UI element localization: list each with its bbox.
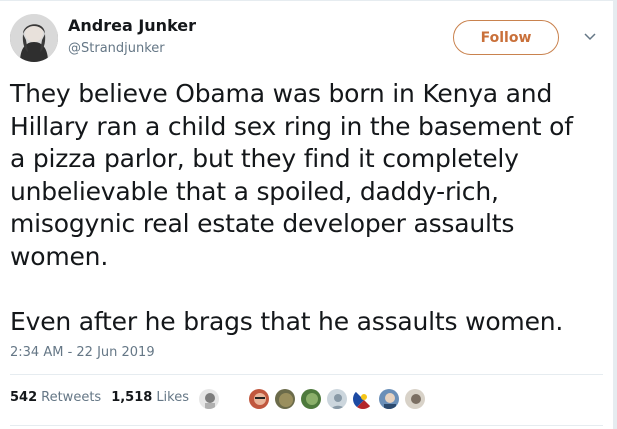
more-options-button[interactable] [581, 28, 599, 46]
author-name[interactable]: Andrea Junker [68, 16, 196, 35]
author-handle[interactable]: @Strandjunker [68, 41, 165, 56]
avatar-photo-icon [199, 389, 219, 409]
top-border [0, 0, 617, 1]
flag-icon [353, 389, 373, 409]
liker-avatar[interactable] [274, 388, 296, 410]
likes-label: Likes [156, 390, 190, 405]
follow-button[interactable]: Follow [453, 20, 559, 55]
avatar-photo-icon [379, 389, 399, 409]
author-avatar[interactable] [10, 14, 58, 62]
scrollbar-track[interactable] [613, 0, 617, 429]
default-avatar-icon [327, 389, 347, 409]
avatar-photo-icon [405, 389, 425, 409]
liker-avatar[interactable] [404, 388, 426, 410]
retweets-count: 542 [10, 390, 38, 405]
liker-avatar[interactable] [352, 388, 374, 410]
avatar-photo-icon [275, 389, 295, 409]
liker-avatar[interactable] [198, 388, 220, 410]
retweets-label: Retweets [41, 390, 102, 405]
avatar-photo-icon [10, 14, 58, 62]
avatar-photo-icon [249, 389, 269, 409]
likes-count: 1,518 [111, 390, 153, 405]
divider [10, 425, 603, 426]
tweet-header: Andrea Junker @Strandjunker Follow [10, 14, 603, 64]
chevron-down-icon [584, 33, 596, 41]
liker-avatar[interactable] [300, 388, 322, 410]
divider [10, 374, 603, 375]
liker-avatar[interactable] [326, 388, 348, 410]
likes-stat[interactable]: 1,518 Likes [111, 390, 189, 405]
tweet-stats: 542 Retweets 1,518 Likes [10, 390, 189, 405]
avatar-photo-icon [301, 389, 321, 409]
tweet-text: They believe Obama was born in Kenya and… [10, 79, 573, 336]
liker-avatars [198, 388, 430, 410]
liker-avatar[interactable] [378, 388, 400, 410]
liker-avatar[interactable] [248, 388, 270, 410]
tweet-timestamp[interactable]: 2:34 AM - 22 Jun 2019 [10, 345, 155, 360]
retweets-stat[interactable]: 542 Retweets [10, 390, 101, 405]
